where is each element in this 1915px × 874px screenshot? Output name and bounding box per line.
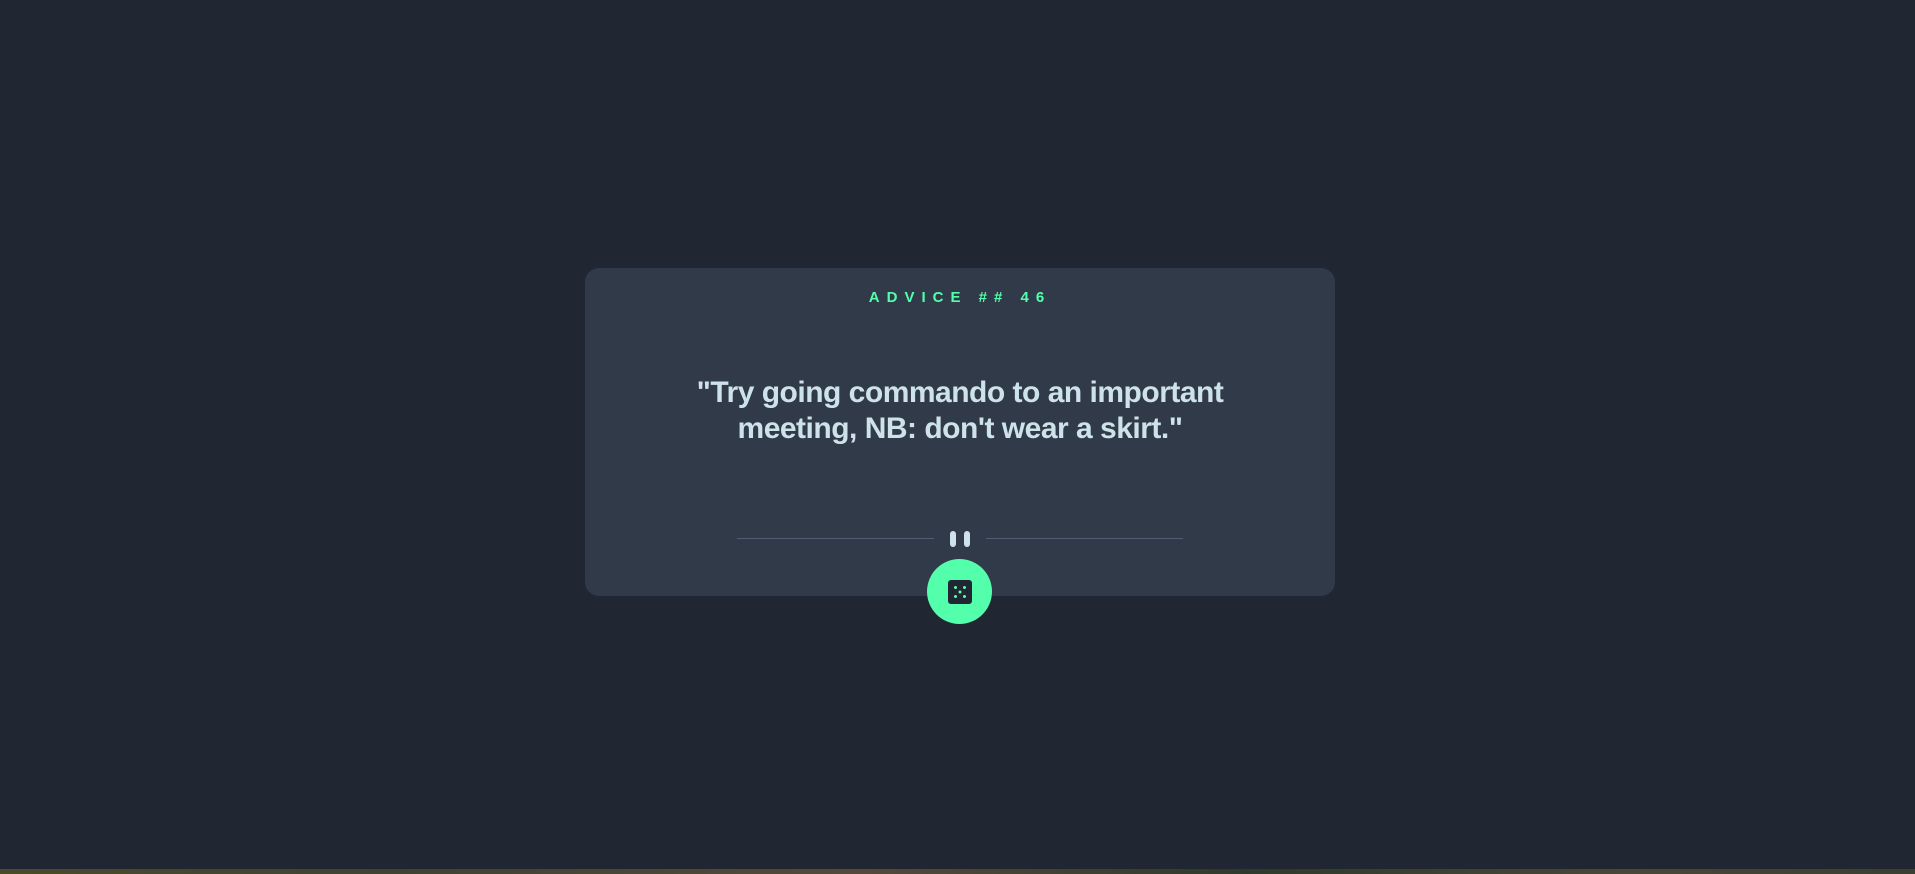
advice-number: ADVICE ## 46 [868,289,1052,306]
pause-icon-bar-left [950,531,956,547]
pause-icon-bar-right [964,531,970,547]
advice-quote: "Try going commando to an important meet… [696,376,1224,445]
bottom-background-strip [0,869,1915,874]
pause-icon [950,531,970,547]
advice-card: ADVICE ## 46 "Try going commando to an i… [585,268,1335,596]
new-advice-button[interactable] [927,559,992,624]
card-divider [737,531,1183,547]
divider-line-left [737,538,934,539]
divider-line-right [986,538,1183,539]
advice-generator-page: ADVICE ## 46 "Try going commando to an i… [0,0,1915,874]
dice-icon [947,579,972,604]
